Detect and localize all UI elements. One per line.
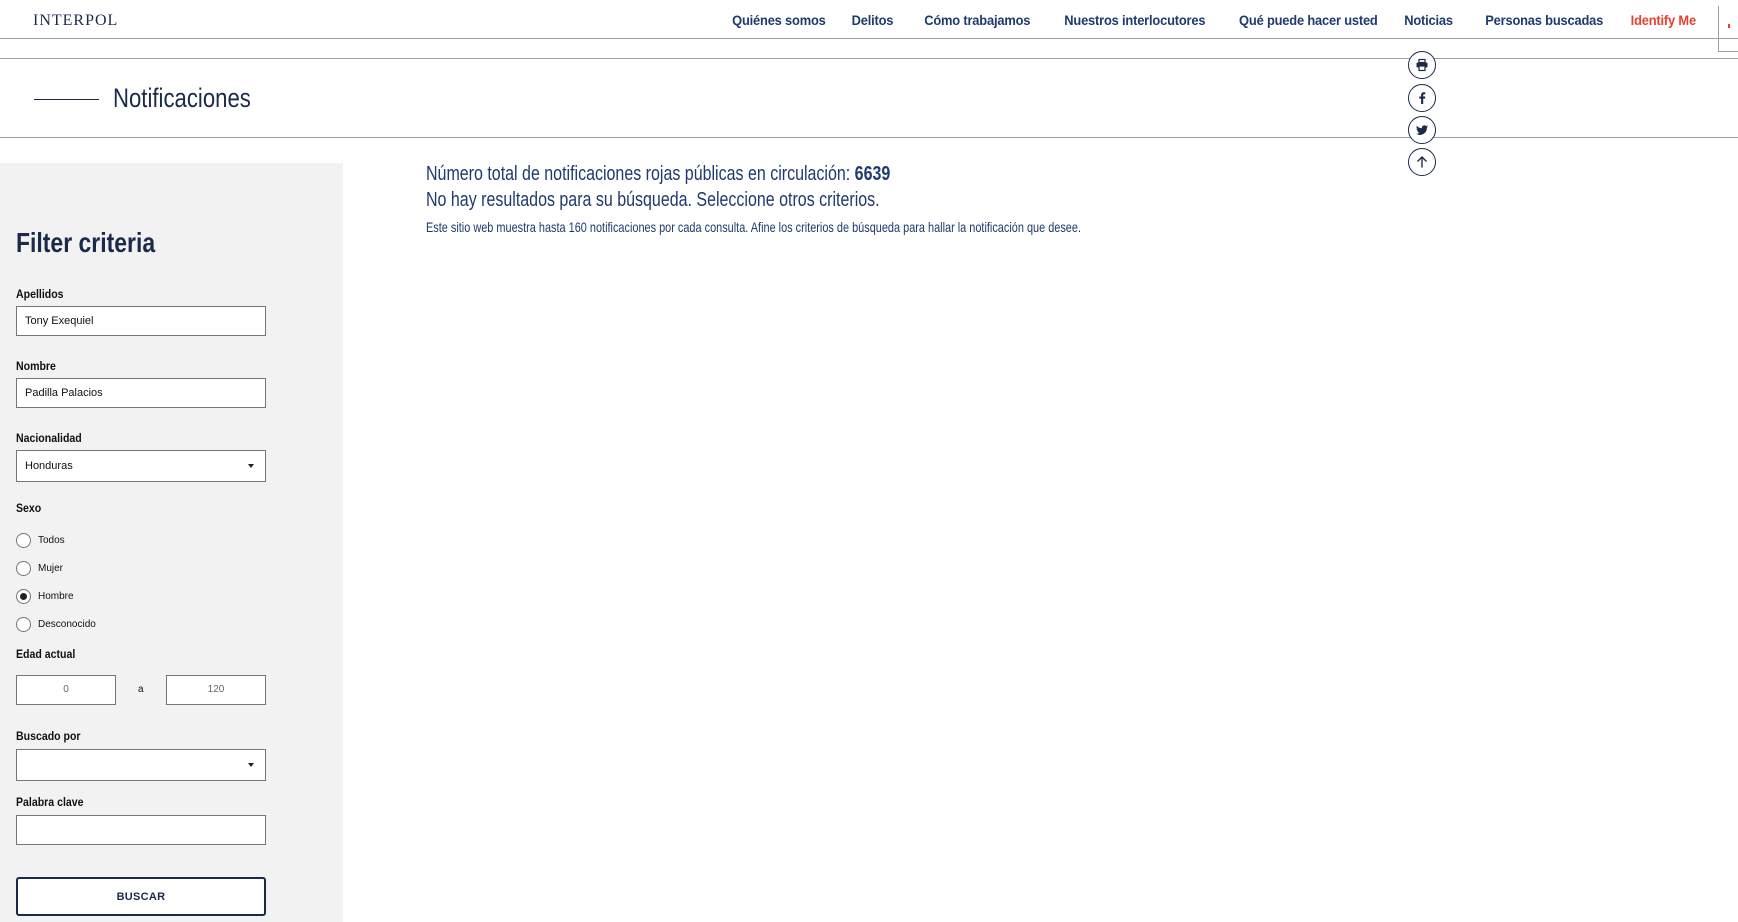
no-results-message: No hay resultados para su búsqueda. Sele…: [426, 189, 880, 211]
facebook-share-button[interactable]: [1408, 84, 1436, 112]
filter-title: Filter criteria: [16, 227, 156, 258]
nav-quienes-somos[interactable]: Quiénes somos: [732, 12, 826, 28]
edad-max-input[interactable]: 120: [166, 675, 266, 705]
top-navigation-bar: INTERPOL Quiénes somos Delitos Cómo trab…: [0, 0, 1738, 39]
radio-label: Todos: [38, 534, 65, 546]
total-notices-label: Número total de notificaciones rojas púb…: [426, 163, 855, 185]
buscar-button[interactable]: BUSCAR: [16, 877, 266, 916]
radio-label: Desconocido: [38, 618, 96, 630]
apellidos-label: Apellidos: [16, 287, 64, 301]
main-nav: Quiénes somos Delitos Cómo trabajamos Nu…: [702, 0, 1696, 39]
page-title: Notificaciones: [113, 83, 251, 113]
palabra-clave-input[interactable]: [16, 815, 266, 845]
buscado-por-select[interactable]: [16, 749, 266, 781]
palabra-clave-label: Palabra clave: [16, 795, 84, 809]
nacionalidad-select[interactable]: Honduras: [16, 450, 266, 482]
results-limit-note: Este sitio web muestra hasta 160 notific…: [426, 219, 1081, 235]
print-icon: [1416, 58, 1428, 72]
total-notices-text: Número total de notificaciones rojas púb…: [426, 163, 890, 186]
radio-button-selected[interactable]: [16, 588, 31, 604]
edge-marker: [1728, 24, 1730, 28]
radio-label: Mujer: [38, 562, 64, 574]
nav-nuestros-interlocutores[interactable]: Nuestros interlocutores: [1064, 12, 1205, 28]
nombre-input[interactable]: [16, 378, 266, 408]
twitter-share-button[interactable]: [1408, 116, 1436, 144]
sexo-option-mujer[interactable]: Mujer: [16, 560, 63, 576]
sexo-option-desconocido[interactable]: Desconocido: [16, 616, 96, 632]
edad-min-input[interactable]: 0: [16, 675, 116, 705]
divider: [0, 58, 1738, 59]
facebook-icon: [1419, 92, 1426, 104]
nacionalidad-value: Honduras: [25, 460, 73, 472]
nav-como-trabajamos[interactable]: Cómo trabajamos: [924, 12, 1030, 28]
print-button[interactable]: [1408, 51, 1436, 79]
divider: [0, 137, 1738, 138]
total-notices-count: 6639: [854, 163, 891, 185]
radio-button[interactable]: [16, 560, 31, 576]
nav-identify-me[interactable]: Identify Me: [1631, 12, 1696, 28]
apellidos-input[interactable]: [16, 306, 266, 336]
interpol-logo[interactable]: INTERPOL: [33, 12, 118, 30]
edad-label: Edad actual: [16, 647, 76, 661]
arrow-up-icon: [1417, 156, 1427, 168]
sexo-option-todos[interactable]: Todos: [16, 532, 65, 548]
sexo-option-hombre[interactable]: Hombre: [16, 588, 74, 604]
sexo-label: Sexo: [16, 501, 42, 515]
buscado-por-label: Buscado por: [16, 729, 81, 743]
nacionalidad-label: Nacionalidad: [16, 431, 82, 445]
radio-button[interactable]: [16, 532, 31, 548]
twitter-icon: [1416, 125, 1428, 135]
language-panel-edge[interactable]: [1718, 6, 1738, 52]
chevron-down-icon: [248, 763, 254, 767]
chevron-down-icon: [248, 464, 254, 468]
nav-personas-buscadas[interactable]: Personas buscadas: [1485, 12, 1603, 28]
back-to-top-button[interactable]: [1408, 148, 1436, 176]
title-decoration-line: [34, 99, 99, 100]
nav-que-puede-hacer-usted[interactable]: Qué puede hacer usted: [1240, 12, 1379, 28]
radio-button[interactable]: [16, 616, 31, 632]
edad-separator: a: [138, 684, 144, 695]
radio-label: Hombre: [38, 590, 74, 602]
nav-noticias[interactable]: Noticias: [1404, 12, 1453, 28]
nav-delitos[interactable]: Delitos: [851, 12, 893, 28]
nombre-label: Nombre: [16, 359, 56, 373]
